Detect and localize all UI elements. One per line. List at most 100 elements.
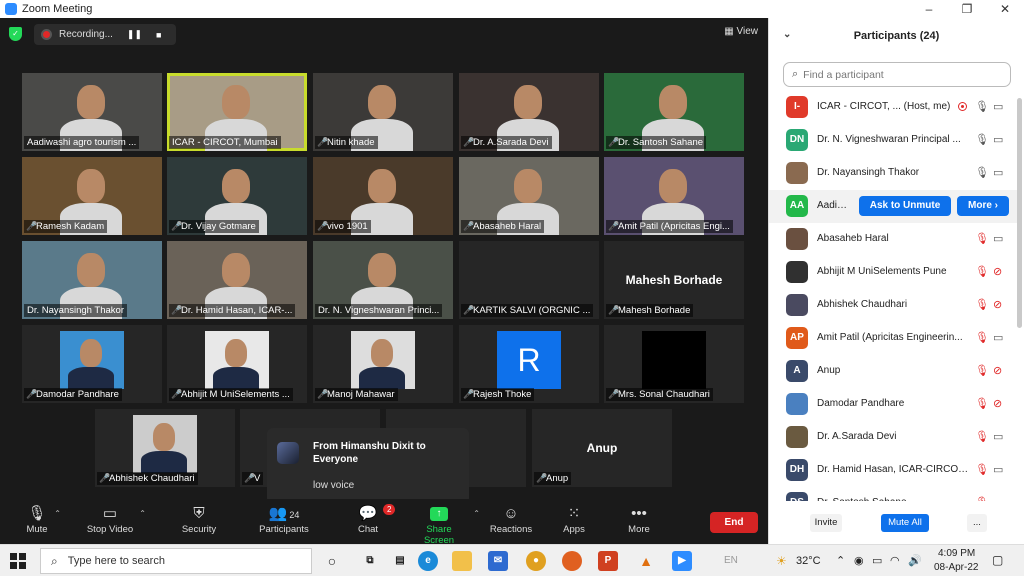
video-tile[interactable]: 🎤 Manoj Mahawar bbox=[313, 325, 453, 403]
stop-video-button[interactable]: ▭ Stop Video ⌃ bbox=[86, 504, 146, 535]
chat-notification-popup[interactable]: From Himanshu Dixit to Everyone low voic… bbox=[267, 428, 469, 504]
vlc-icon[interactable]: ▲ bbox=[636, 551, 656, 571]
video-tile[interactable]: ICAR - CIRCOT, Mumbai bbox=[167, 73, 307, 151]
cortana-icon[interactable]: ○ bbox=[322, 551, 342, 571]
participant-row[interactable]: Abhijit M UniSelements Pune 🎙 ⊘ bbox=[769, 256, 1017, 289]
close-button[interactable]: ✕ bbox=[986, 0, 1024, 18]
video-off-icon[interactable]: ⊘ bbox=[993, 298, 1002, 311]
participant-list-scrollbar[interactable] bbox=[1017, 98, 1022, 328]
zoom-taskbar-icon[interactable]: ▶ bbox=[672, 551, 692, 571]
video-icon[interactable]: ▭ bbox=[993, 100, 1003, 113]
participants-button[interactable]: 👥 24 Participants bbox=[258, 504, 310, 535]
video-tile[interactable]: Mahesh Borhade 🎤 Mahesh Borhade bbox=[604, 241, 744, 319]
mic-icon[interactable]: 🎙 bbox=[975, 133, 989, 146]
mic-icon[interactable]: 🎙 bbox=[975, 166, 989, 179]
reactions-button[interactable]: ☺ Reactions bbox=[489, 504, 533, 535]
muted-mic-icon[interactable]: 🎙 bbox=[975, 364, 989, 377]
video-tile[interactable]: Aadiwashi agro tourism ... bbox=[22, 73, 162, 151]
clock-date[interactable]: 08-Apr-22 bbox=[934, 562, 978, 573]
file-manager-icon[interactable]: ▤ bbox=[390, 551, 410, 571]
share-screen-button[interactable]: ↑ Share Screen ⌃ bbox=[410, 504, 480, 546]
muted-mic-icon[interactable]: 🎙 bbox=[975, 463, 989, 476]
video-tile[interactable]: 🎤 Abasaheb Haral bbox=[459, 157, 599, 235]
file-explorer-icon[interactable] bbox=[452, 551, 472, 571]
video-icon[interactable]: ▭ bbox=[993, 430, 1003, 443]
stop-recording-icon[interactable]: ■ bbox=[156, 30, 161, 40]
panel-more-button[interactable]: ... bbox=[967, 514, 987, 532]
invite-button[interactable]: Invite bbox=[810, 514, 842, 532]
video-tile[interactable]: Dr. N. Vigneshwaran Princi... bbox=[313, 241, 453, 319]
video-off-icon[interactable]: ⊘ bbox=[993, 364, 1002, 377]
firefox-icon[interactable] bbox=[562, 551, 582, 571]
collapse-chevron-icon[interactable]: ⌄ bbox=[783, 29, 791, 40]
muted-mic-icon[interactable]: 🎙 bbox=[975, 331, 989, 344]
minimize-button[interactable]: – bbox=[910, 0, 948, 18]
participant-row[interactable]: Damodar Pandhare 🎙 ⊘ bbox=[769, 388, 1017, 421]
video-tile[interactable]: 🎤 Abhishek Chaudhari bbox=[95, 409, 235, 487]
video-tile[interactable]: 🎤 KARTIK SALVI (ORGNIC ... bbox=[459, 241, 599, 319]
video-icon[interactable]: ▭ bbox=[993, 463, 1003, 476]
participant-row[interactable]: I- ICAR - CIRCOT, ... (Host, me) 🎙 ▭ bbox=[769, 91, 1017, 124]
notifications-icon[interactable]: ▢ bbox=[992, 553, 1003, 567]
video-tile[interactable]: 🎤 Dr. Santosh Sahane bbox=[604, 73, 744, 151]
participant-row[interactable]: DN Dr. N. Vigneshwaran Principal ... 🎙 ▭ bbox=[769, 124, 1017, 157]
chat-button[interactable]: 💬 2 Chat bbox=[354, 504, 396, 535]
chrome-icon[interactable]: ● bbox=[526, 551, 546, 571]
participant-row[interactable]: Dr. Nayansingh Thakor 🎙 ▭ bbox=[769, 157, 1017, 190]
ask-to-unmute-button[interactable]: Ask to Unmute bbox=[859, 196, 951, 216]
participant-row[interactable]: DH Dr. Hamid Hasan, ICAR-CIRCOT... 🎙 ▭ bbox=[769, 454, 1017, 487]
video-tile[interactable]: Anup 🎤 Anup bbox=[532, 409, 672, 487]
network-icon[interactable]: ◉ bbox=[854, 554, 864, 567]
powerpoint-icon[interactable]: P bbox=[598, 551, 618, 571]
mute-button[interactable]: 🎙 Mute ⌃ bbox=[25, 504, 61, 535]
mail-icon[interactable]: ✉ bbox=[488, 551, 508, 571]
video-tile[interactable]: Dr. Nayansingh Thakor bbox=[22, 241, 162, 319]
apps-button[interactable]: ⁙ Apps bbox=[561, 504, 587, 535]
muted-mic-icon[interactable]: 🎙 bbox=[975, 430, 989, 443]
muted-mic-icon[interactable]: 🎙 bbox=[975, 496, 989, 501]
video-icon[interactable]: ▭ bbox=[993, 331, 1003, 344]
edge-browser-icon[interactable]: e bbox=[418, 551, 438, 571]
encryption-shield-icon[interactable]: ✓ bbox=[9, 27, 22, 41]
participant-search-input[interactable]: ⌕ Find a participant bbox=[783, 62, 1011, 87]
participant-row[interactable]: DS Dr. Santosh Sahane 🎙 ▭ bbox=[769, 487, 1017, 501]
tray-chevron-icon[interactable]: ⌃ bbox=[836, 554, 845, 567]
video-off-icon[interactable]: ⊘ bbox=[993, 265, 1002, 278]
video-tile[interactable]: 🎤 Dr. Vijay Gotmare bbox=[167, 157, 307, 235]
participant-row[interactable]: Abasaheb Haral 🎙 ▭ bbox=[769, 223, 1017, 256]
mute-options-caret-icon[interactable]: ⌃ bbox=[54, 509, 61, 518]
temperature[interactable]: 32°C bbox=[796, 555, 821, 567]
windows-start-icon[interactable] bbox=[10, 553, 26, 569]
video-tile[interactable]: 🎤 vivo 1901 bbox=[313, 157, 453, 235]
view-button[interactable]: ▦ View bbox=[724, 26, 758, 37]
participant-row[interactable]: Abhishek Chaudhari 🎙 ⊘ bbox=[769, 289, 1017, 322]
participant-row[interactable]: AP Amit Patil (Apricitas Engineerin... 🎙 ▭ bbox=[769, 322, 1017, 355]
maximize-button[interactable]: ❐ bbox=[948, 0, 986, 18]
muted-mic-icon[interactable]: 🎙 bbox=[975, 298, 989, 311]
muted-mic-icon[interactable]: 🎙 bbox=[975, 265, 989, 278]
participant-row[interactable]: AA Aadiwashi agro tourism Ask to Unmute Mor… bbox=[769, 190, 1017, 223]
video-tile[interactable]: 🎤 Mrs. Sonal Chaudhari bbox=[604, 325, 744, 403]
task-view-icon[interactable]: ⧉ bbox=[360, 551, 380, 571]
video-icon[interactable]: ▭ bbox=[993, 496, 1003, 501]
video-tile[interactable]: 🎤 Abhijit M UniSelements ... bbox=[167, 325, 307, 403]
more-button[interactable]: ••• More bbox=[626, 504, 652, 535]
pause-recording-icon[interactable]: ❚❚ bbox=[127, 29, 142, 40]
taskbar-search-box[interactable]: ⌕ Type here to search bbox=[40, 548, 312, 574]
muted-mic-icon[interactable]: 🎙 bbox=[975, 397, 989, 410]
wifi-icon[interactable]: ◠ bbox=[890, 554, 900, 567]
participant-row[interactable]: Dr. A.Sarada Devi 🎙 ▭ bbox=[769, 421, 1017, 454]
video-tile[interactable]: 🎤 Dr. Hamid Hasan, ICAR-... bbox=[167, 241, 307, 319]
video-tile[interactable]: 🎤 Amit Patil (Apricitas Engi... bbox=[604, 157, 744, 235]
video-tile[interactable]: 🎤 Ramesh Kadam bbox=[22, 157, 162, 235]
participant-row[interactable]: A Anup 🎙 ⊘ bbox=[769, 355, 1017, 388]
clock-time[interactable]: 4:09 PM bbox=[938, 548, 975, 559]
mic-icon[interactable]: 🎙 bbox=[975, 100, 989, 113]
volume-icon[interactable]: 🔊 bbox=[908, 554, 922, 567]
video-icon[interactable]: ▭ bbox=[993, 166, 1003, 179]
video-tile[interactable]: 🎤 Damodar Pandhare bbox=[22, 325, 162, 403]
video-off-icon[interactable]: ⊘ bbox=[993, 397, 1002, 410]
video-icon[interactable]: ▭ bbox=[993, 133, 1003, 146]
video-icon[interactable]: ▭ bbox=[993, 232, 1003, 245]
video-tile[interactable]: 🎤 Nitin khade bbox=[313, 73, 453, 151]
